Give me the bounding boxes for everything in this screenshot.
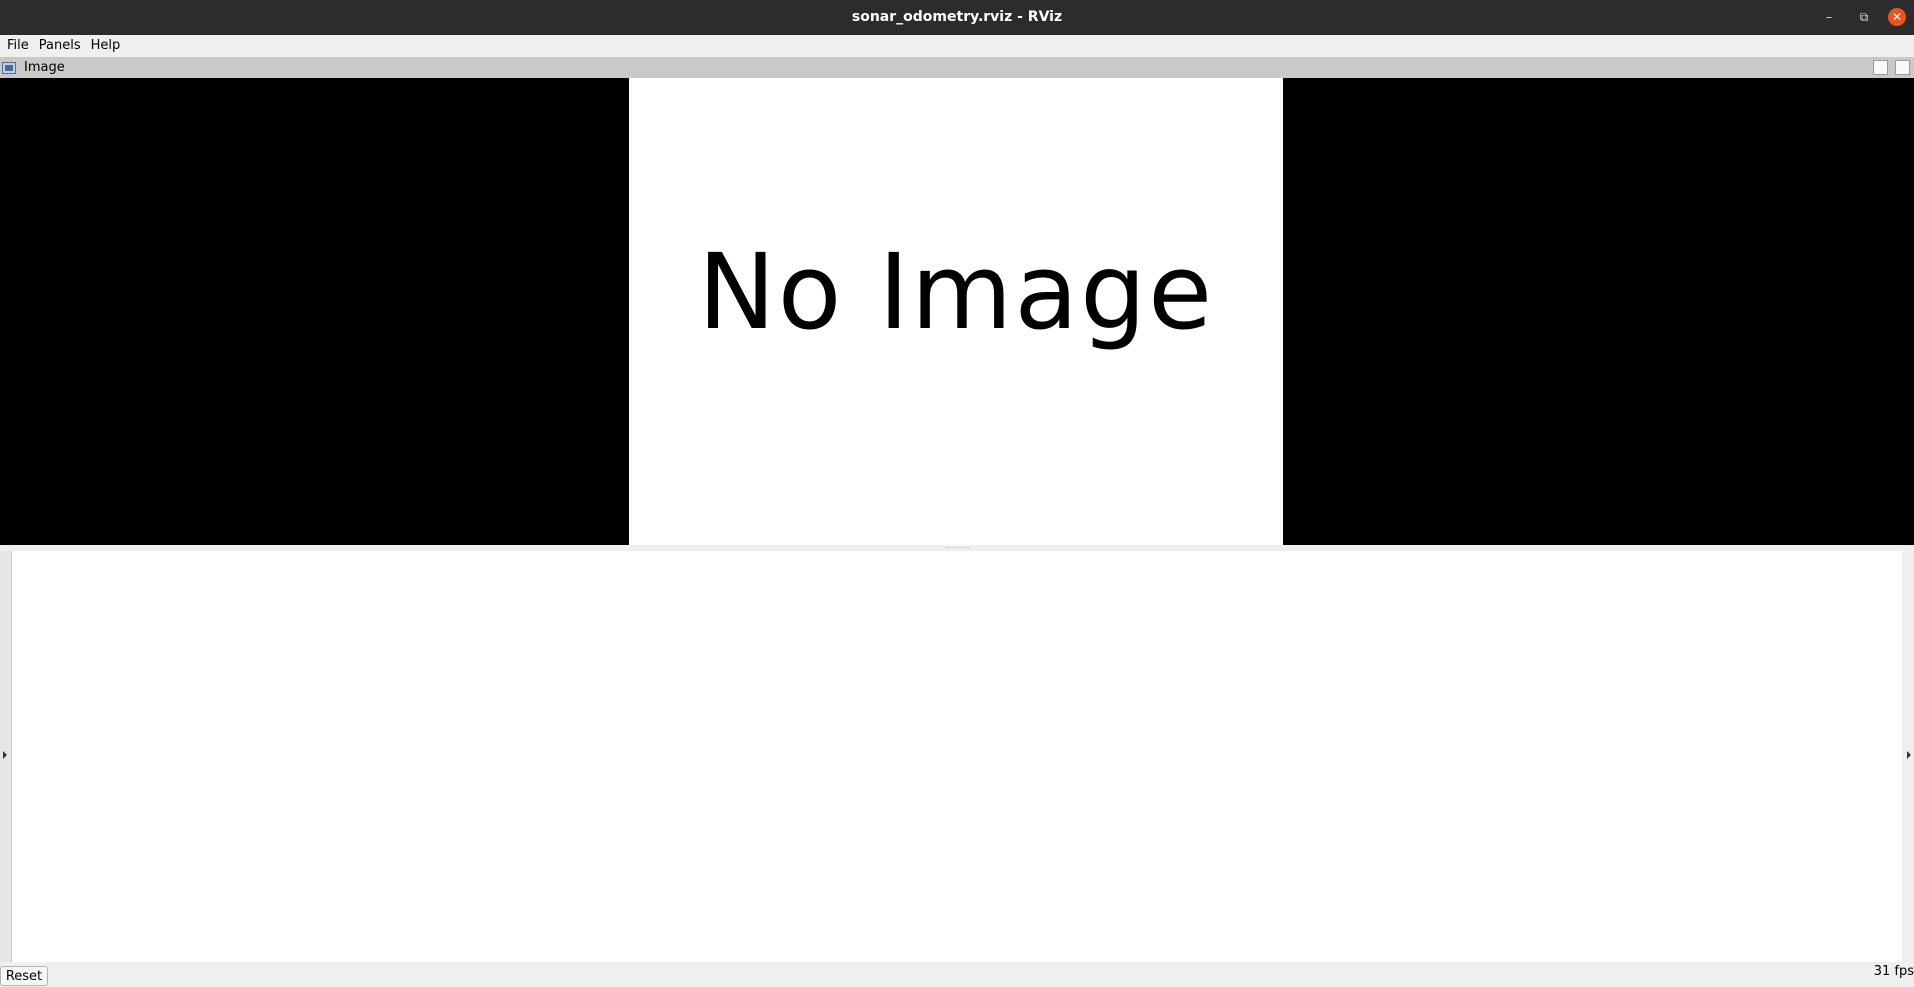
image-panel-header: Image xyxy=(0,57,1914,78)
close-icon[interactable]: ✕ xyxy=(1888,8,1906,26)
left-dock-toggle[interactable] xyxy=(0,551,12,962)
panel-title: Image xyxy=(24,60,65,75)
render-area[interactable] xyxy=(12,551,1902,962)
rviz-window: sonar_odometry.rviz - RViz – ⧉ ✕ File Pa… xyxy=(0,0,1914,987)
reset-button[interactable]: Reset xyxy=(0,966,48,986)
image-view: No Image xyxy=(0,78,1914,545)
expand-left-icon xyxy=(3,751,7,759)
right-dock-toggle[interactable] xyxy=(1902,551,1914,962)
menu-help[interactable]: Help xyxy=(86,35,126,57)
maximize-icon[interactable]: ⧉ xyxy=(1855,8,1873,26)
menu-bar: File Panels Help xyxy=(0,35,1914,57)
expand-right-icon xyxy=(1907,751,1911,759)
undock-button[interactable] xyxy=(1873,60,1888,75)
fps-counter: 31 fps xyxy=(1873,964,1914,979)
minimize-icon[interactable]: – xyxy=(1820,8,1838,26)
status-bar: Reset 31 fps xyxy=(0,962,1914,987)
window-title: sonar_odometry.rviz - RViz xyxy=(851,9,1063,25)
panel-close-button[interactable] xyxy=(1895,60,1910,75)
menu-file[interactable]: File xyxy=(2,35,34,57)
splitter-grip xyxy=(945,547,969,549)
menu-panels[interactable]: Panels xyxy=(34,35,86,57)
title-bar: sonar_odometry.rviz - RViz – ⧉ ✕ xyxy=(0,0,1914,35)
image-panel-icon xyxy=(2,61,16,74)
no-image-placeholder: No Image xyxy=(629,78,1283,545)
no-image-text: No Image xyxy=(697,230,1215,353)
